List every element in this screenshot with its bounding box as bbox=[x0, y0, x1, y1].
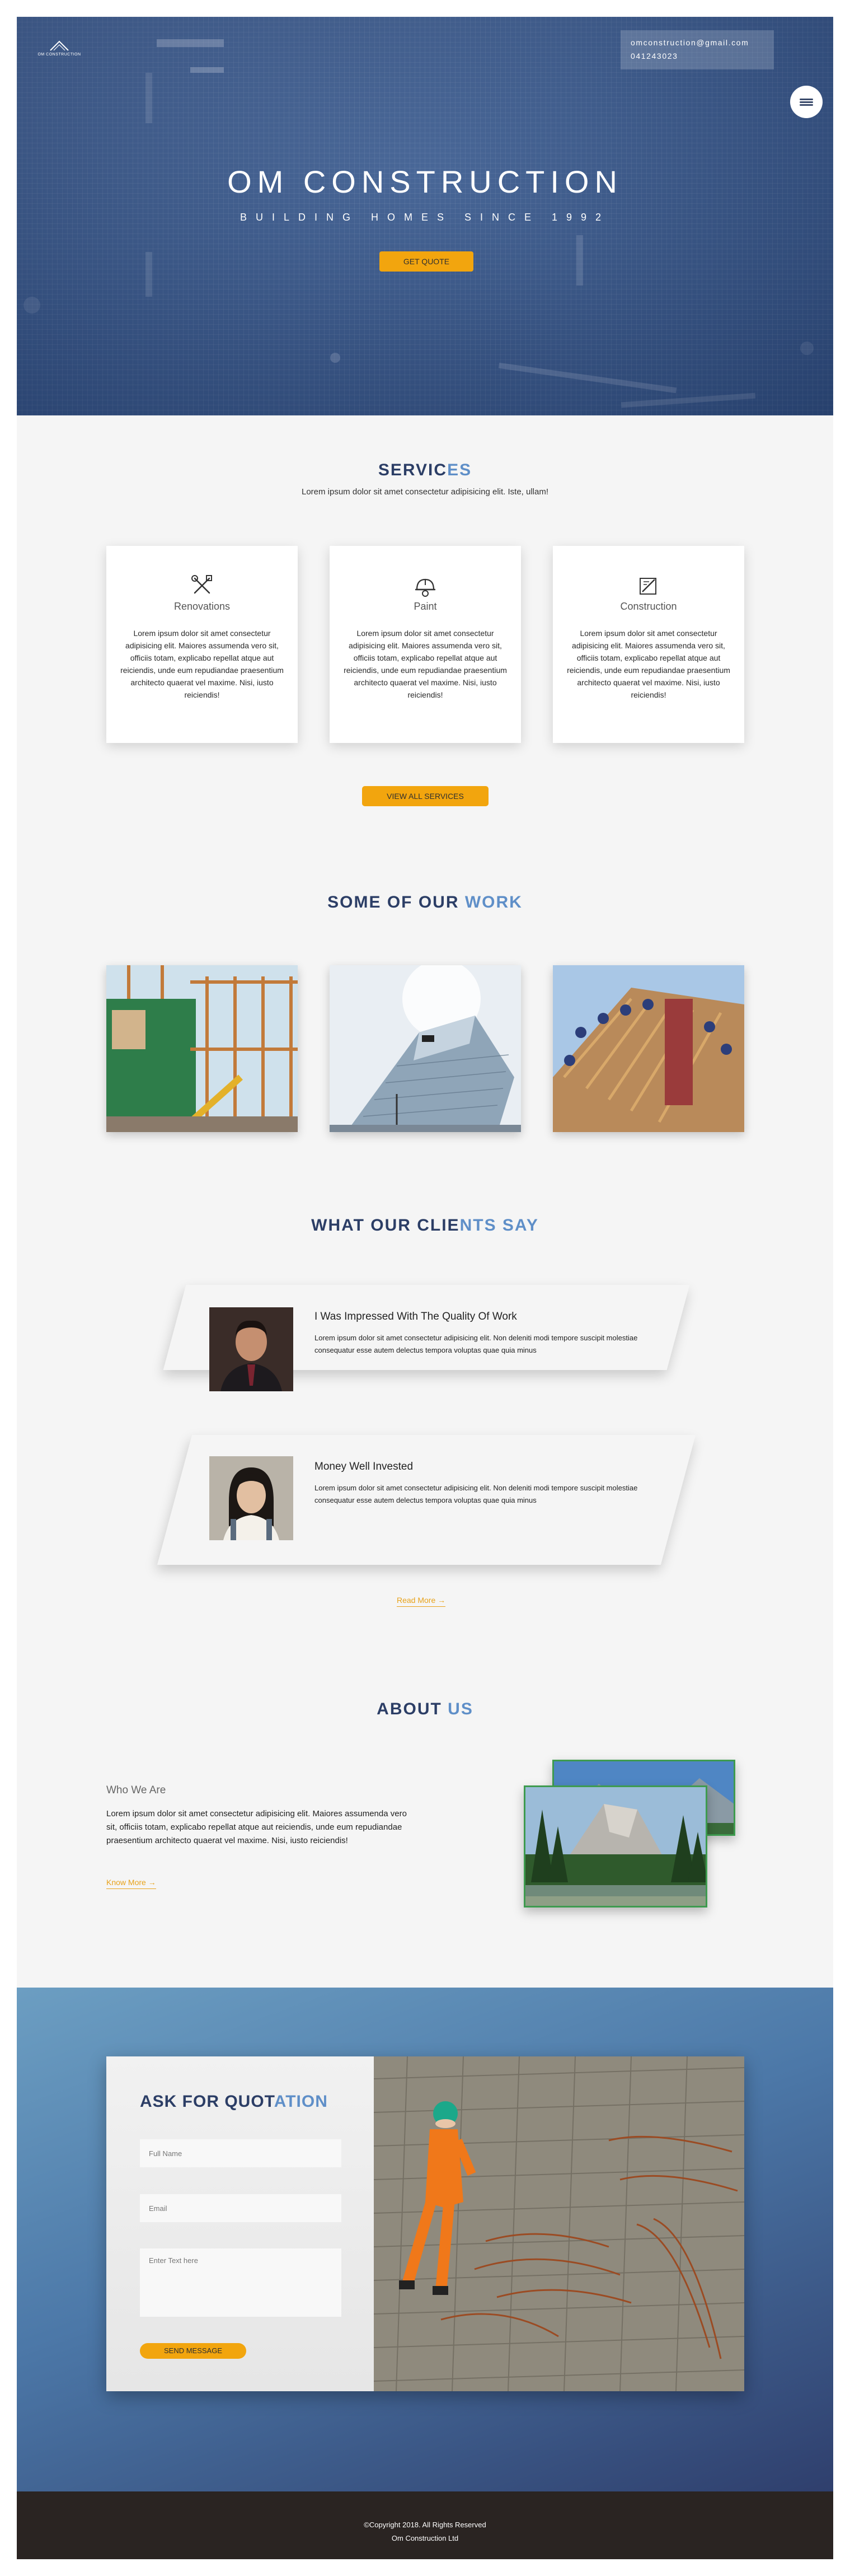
copyright-text: ©Copyright 2018. All Rights Reserved bbox=[364, 2521, 486, 2529]
roof-workers-image bbox=[553, 965, 744, 1132]
service-description: Lorem ipsum dolor sit amet consectetur a… bbox=[120, 629, 284, 699]
read-more-link[interactable]: Read More → bbox=[397, 1596, 446, 1607]
work-photo-roof-workers[interactable] bbox=[553, 965, 744, 1132]
get-quote-button[interactable]: GET QUOTE bbox=[379, 251, 473, 272]
contact-email[interactable]: omconstruction@gmail.com bbox=[631, 36, 764, 49]
send-message-button[interactable]: SEND MESSAGE bbox=[140, 2343, 246, 2359]
timber-frame-image bbox=[106, 965, 298, 1132]
tools-icon bbox=[191, 575, 212, 594]
contact-phone[interactable]: 041243023 bbox=[631, 49, 764, 63]
full-name-input[interactable] bbox=[140, 2139, 341, 2167]
service-description: Lorem ipsum dolor sit amet consectetur a… bbox=[567, 629, 730, 699]
hard-hat-icon bbox=[415, 578, 435, 597]
quote-card: ASK FOR QUOTATION SEND MESSAGE bbox=[106, 2056, 744, 2391]
company-name: Om Construction Ltd bbox=[391, 2534, 459, 2542]
work-photo-timber-frame[interactable] bbox=[106, 965, 298, 1132]
about-title-highlight: US bbox=[448, 1700, 473, 1718]
testimonials-title-main: WHAT OUR CLIE bbox=[311, 1216, 460, 1235]
service-label: Renovations bbox=[173, 601, 231, 612]
services-title-highlight: ES bbox=[447, 461, 472, 479]
quote-title-main: ASK FOR QUOT bbox=[140, 2092, 274, 2111]
about-heading: Who We Are bbox=[106, 1784, 166, 1796]
testimonial-text: Lorem ipsum dolor sit amet consectetur a… bbox=[314, 1334, 638, 1354]
email-input[interactable] bbox=[140, 2194, 341, 2222]
services-title: SERVICES bbox=[17, 461, 833, 480]
woman-portrait-image bbox=[209, 1456, 293, 1540]
hero-title: OM CONSTRUCTION bbox=[227, 164, 623, 199]
services-lead: Lorem ipsum dolor sit amet consectetur a… bbox=[301, 487, 549, 497]
service-card-renovations[interactable]: Renovations Lorem ipsum dolor sit amet c… bbox=[106, 546, 298, 743]
contact-box: omconstruction@gmail.com 041243023 bbox=[621, 30, 774, 69]
work-photo-modern-building[interactable] bbox=[330, 965, 521, 1132]
rebar-worker-image bbox=[374, 2056, 744, 2391]
service-label: Construction bbox=[620, 601, 677, 612]
service-card-paint[interactable]: Paint Lorem ipsum dolor sit amet consect… bbox=[330, 546, 521, 743]
about-title-main: ABOUT bbox=[377, 1700, 448, 1718]
work-title-main: SOME OF OUR bbox=[327, 893, 465, 911]
testimonial-title: I Was Impressed With The Quality Of Work bbox=[314, 1311, 517, 1322]
man-portrait-image bbox=[209, 1307, 293, 1391]
work-title-highlight: WORK bbox=[464, 893, 523, 911]
logo[interactable]: OM CONSTRUCTION bbox=[37, 39, 82, 57]
know-more-link[interactable]: Know More → bbox=[106, 1878, 156, 1889]
testimonials-title: WHAT OUR CLIENTS SAY bbox=[17, 1216, 833, 1235]
hero-subtitle: BUILDING HOMES SINCE 1992 bbox=[239, 212, 611, 223]
quote-photo bbox=[374, 2056, 744, 2391]
hamburger-icon bbox=[800, 97, 813, 107]
testimonials-title-highlight: NTS SAY bbox=[459, 1216, 539, 1235]
testimonial-card: I Was Impressed With The Quality Of Work… bbox=[163, 1285, 690, 1391]
quote-title: ASK FOR QUOTATION bbox=[140, 2092, 328, 2111]
quote-title-highlight: ATION bbox=[274, 2092, 328, 2111]
message-textarea[interactable] bbox=[140, 2248, 341, 2317]
service-card-construction[interactable]: Construction Lorem ipsum dolor sit amet … bbox=[553, 546, 744, 743]
services-title-main: SERVIC bbox=[378, 461, 448, 479]
hamburger-menu-button[interactable] bbox=[790, 86, 823, 118]
view-all-services-button[interactable]: VIEW ALL SERVICES bbox=[362, 786, 489, 806]
testimonial-text: Lorem ipsum dolor sit amet consectetur a… bbox=[314, 1484, 638, 1504]
blueprint-icon bbox=[640, 578, 656, 595]
house-roof-icon bbox=[50, 40, 69, 51]
footer: ©Copyright 2018. All Rights Reserved Om … bbox=[17, 2491, 833, 2559]
page: OM CONSTRUCTION omconstruction@gmail.com… bbox=[17, 17, 833, 2559]
testimonial-card: Money Well Invested Lorem ipsum dolor si… bbox=[157, 1435, 696, 1565]
about-title: ABOUT US bbox=[17, 1700, 833, 1719]
about-text: Lorem ipsum dolor sit amet consectetur a… bbox=[106, 1809, 407, 1845]
valley-landscape-image bbox=[525, 1787, 706, 1906]
testimonial-title: Money Well Invested bbox=[314, 1461, 414, 1472]
logo-text: OM CONSTRUCTION bbox=[37, 53, 81, 57]
avatar bbox=[209, 1456, 293, 1540]
hero-section: OM CONSTRUCTION omconstruction@gmail.com… bbox=[17, 17, 833, 415]
service-label: Paint bbox=[414, 601, 437, 612]
modern-building-image bbox=[330, 965, 521, 1132]
service-description: Lorem ipsum dolor sit amet consectetur a… bbox=[344, 629, 507, 699]
about-photo-front bbox=[524, 1785, 707, 1908]
avatar bbox=[209, 1307, 293, 1391]
work-title: SOME OF OUR WORK bbox=[17, 893, 833, 912]
